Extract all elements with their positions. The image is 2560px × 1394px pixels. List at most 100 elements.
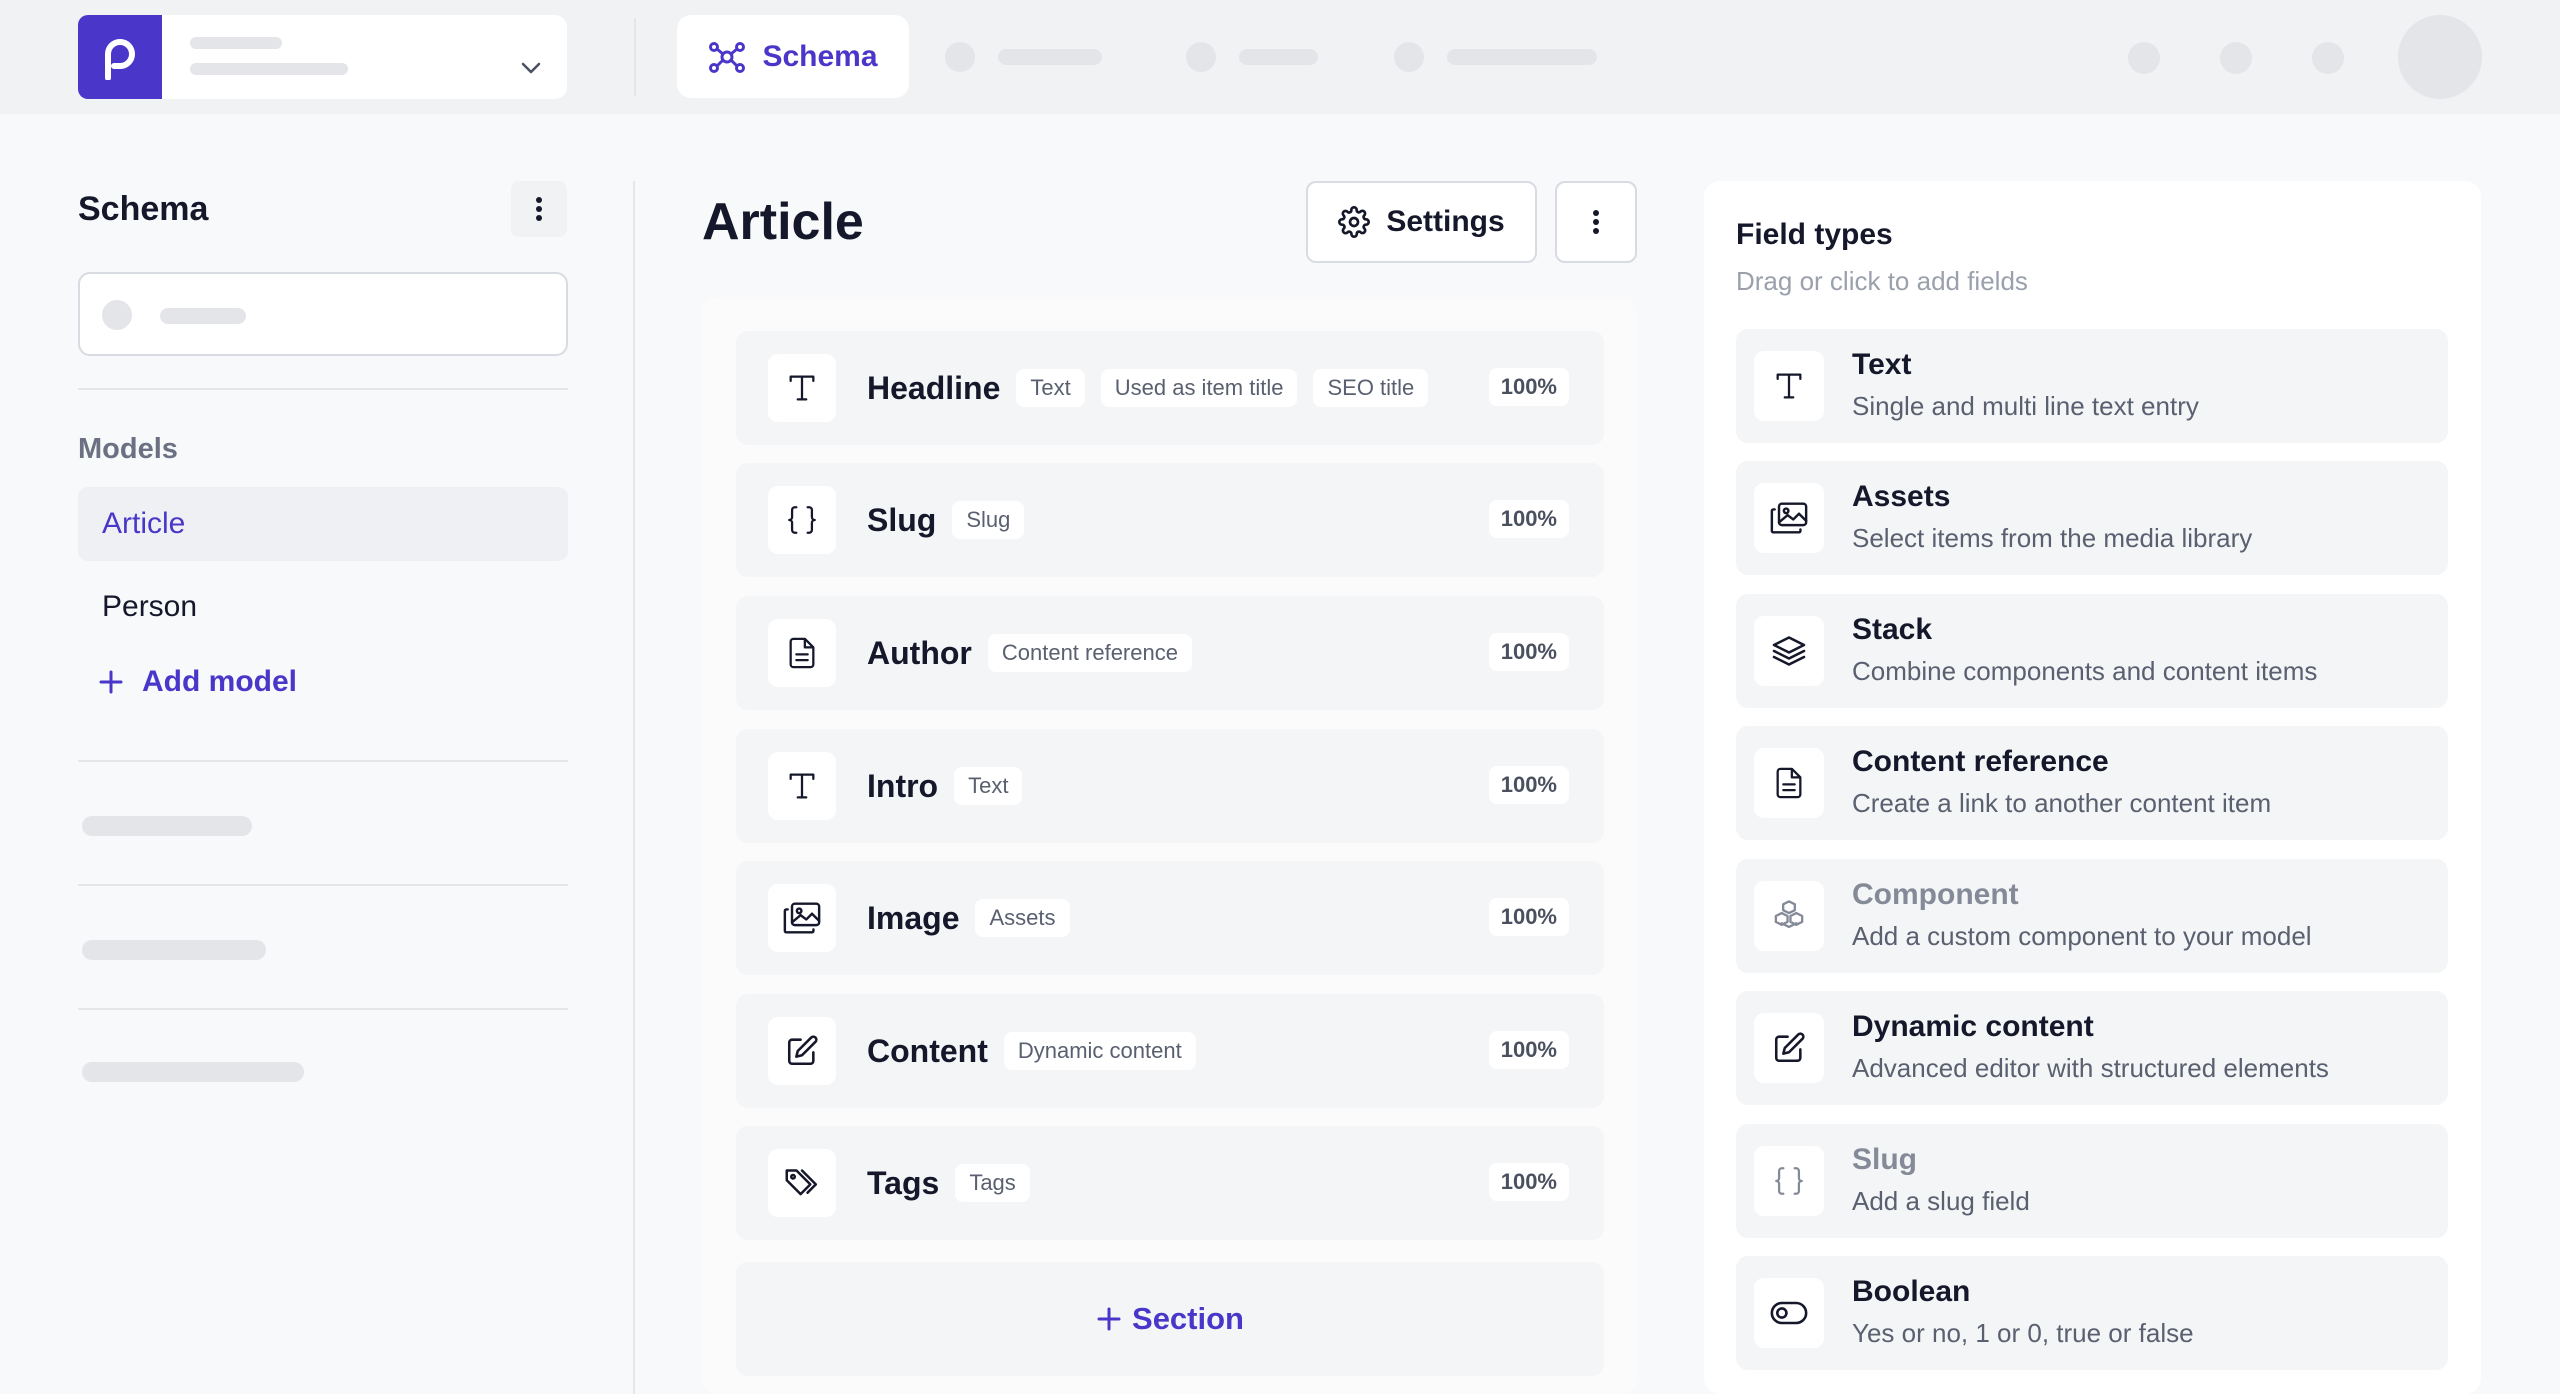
search-input[interactable] (78, 272, 568, 356)
field-type-badge: Text (1016, 369, 1085, 407)
add-section-label: Section (1132, 1301, 1244, 1336)
field-type-boolean[interactable]: Boolean Yes or no, 1 or 0, true or false (1736, 1256, 2448, 1370)
header-action-icon-placeholder[interactable] (2220, 42, 2252, 74)
field-type-description: Yes or no, 1 or 0, true or false (1852, 1318, 2194, 1348)
add-model-label: Add model (142, 665, 297, 698)
field-type-text[interactable]: Text Single and multi line text entry (1736, 329, 2448, 443)
sidebar-divider (78, 1008, 568, 1010)
sidebar-item-person[interactable]: Person (78, 570, 568, 644)
document-icon (768, 619, 836, 687)
sidebar-item-placeholder[interactable] (82, 1062, 304, 1082)
sidebar-more-button[interactable] (511, 181, 567, 237)
images-icon (768, 884, 836, 952)
field-type-badge: Slug (952, 501, 1025, 539)
header-action-icon-placeholder[interactable] (2128, 42, 2160, 74)
text-icon (768, 354, 836, 422)
settings-label: Settings (1386, 205, 1505, 238)
nav-tab-icon-placeholder[interactable] (1186, 42, 1216, 72)
field-type-stack[interactable]: Stack Combine components and content ite… (1736, 594, 2448, 708)
field-type-name: Content reference (1852, 745, 2109, 778)
text-icon (768, 752, 836, 820)
model-more-button[interactable] (1555, 181, 1637, 263)
schema-icon (709, 41, 746, 73)
nav-tab-icon-placeholder[interactable] (945, 42, 975, 72)
edit-icon (768, 1017, 836, 1085)
plus-icon (1097, 1307, 1121, 1331)
header-action-icon-placeholder[interactable] (2312, 42, 2344, 74)
field-row-tags[interactable]: Tags Tags 100% (736, 1126, 1604, 1240)
field-seo-badge: SEO title (1313, 369, 1429, 407)
field-type-description: Advanced editor with structured elements (1852, 1053, 2329, 1083)
field-type-name: Assets (1852, 480, 1951, 513)
settings-button[interactable]: Settings (1306, 181, 1537, 263)
cubes-icon (1754, 881, 1824, 951)
field-row-content[interactable]: Content Dynamic content 100% (736, 994, 1604, 1108)
app-logo[interactable] (78, 15, 162, 99)
field-name: Headline (867, 369, 1001, 406)
field-title-badge: Used as item title (1100, 369, 1298, 407)
sidebar-item-placeholder[interactable] (82, 816, 252, 836)
field-row-intro[interactable]: Intro Text 100% (736, 729, 1604, 843)
project-selector[interactable] (162, 15, 567, 99)
field-type-dynamic-content[interactable]: Dynamic content Advanced editor with str… (1736, 991, 2448, 1105)
field-row-headline[interactable]: Headline Text Used as item title SEO tit… (736, 331, 1604, 445)
project-subtitle-placeholder (190, 63, 348, 75)
field-name: Author (867, 634, 972, 671)
field-name: Tags (867, 1164, 940, 1201)
nav-tab-placeholder[interactable] (1447, 49, 1597, 65)
field-type-name: Stack (1852, 613, 1933, 646)
search-placeholder (160, 308, 246, 324)
add-section-button[interactable]: Section (736, 1262, 1604, 1376)
top-bar: Schema (0, 0, 2560, 114)
sidebar-item-article[interactable]: Article (78, 487, 568, 561)
more-vertical-icon (536, 197, 542, 221)
tag-icon (768, 1149, 836, 1217)
sidebar-divider (78, 884, 568, 886)
field-row-image[interactable]: Image Assets 100% (736, 861, 1604, 975)
field-percent: 100% (1488, 633, 1569, 671)
models-heading: Models (78, 433, 178, 465)
field-types-subtitle: Drag or click to add fields (1736, 266, 2028, 296)
sidebar-main-divider (633, 181, 635, 1394)
braces-icon (1754, 1146, 1824, 1216)
logo-icon (105, 39, 135, 80)
field-type-description: Create a link to another content item (1852, 788, 2272, 818)
field-type-slug[interactable]: Slug Add a slug field (1736, 1124, 2448, 1238)
avatar[interactable] (2398, 15, 2482, 99)
field-type-content-reference[interactable]: Content reference Create a link to anoth… (1736, 726, 2448, 840)
field-percent: 100% (1488, 898, 1569, 936)
field-type-badge: Tags (955, 1164, 1030, 1202)
field-name: Intro (867, 767, 939, 804)
field-row-slug[interactable]: Slug Slug 100% (736, 463, 1604, 577)
field-type-badge: Content reference (987, 634, 1192, 672)
tab-schema[interactable]: Schema (677, 15, 909, 98)
tab-schema-label: Schema (762, 39, 878, 73)
field-percent: 100% (1488, 368, 1569, 406)
field-type-badge: Text (954, 767, 1023, 805)
field-type-description: Combine components and content items (1852, 656, 2318, 686)
field-type-description: Add a slug field (1852, 1186, 2030, 1216)
search-icon (102, 300, 132, 330)
field-row-author[interactable]: Author Content reference 100% (736, 596, 1604, 710)
add-model-button[interactable]: Add model (98, 665, 297, 699)
field-percent: 100% (1488, 500, 1569, 538)
field-percent: 100% (1488, 1163, 1569, 1201)
sidebar-item-placeholder[interactable] (82, 940, 266, 960)
field-name: Slug (867, 501, 937, 538)
field-percent: 100% (1488, 766, 1569, 804)
layers-icon (1754, 616, 1824, 686)
nav-tab-placeholder[interactable] (998, 49, 1102, 65)
field-type-description: Add a custom component to your model (1852, 921, 2312, 951)
document-icon (1754, 748, 1824, 818)
field-type-component[interactable]: Component Add a custom component to your… (1736, 859, 2448, 973)
nav-tab-placeholder[interactable] (1239, 49, 1318, 65)
more-vertical-icon (1593, 210, 1599, 234)
field-type-assets[interactable]: Assets Select items from the media libra… (1736, 461, 2448, 575)
page-title: Article (702, 193, 864, 251)
field-type-name: Component (1852, 878, 2019, 911)
plus-icon (99, 670, 123, 694)
field-type-name: Text (1852, 348, 1912, 381)
field-type-name: Dynamic content (1852, 1010, 2094, 1043)
field-types-title: Field types (1736, 218, 1893, 251)
nav-tab-icon-placeholder[interactable] (1394, 42, 1424, 72)
